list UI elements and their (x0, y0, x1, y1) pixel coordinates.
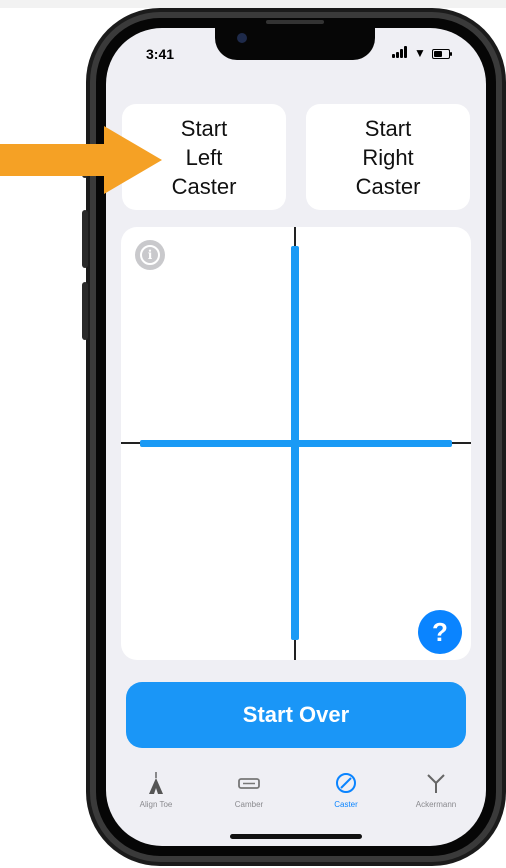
help-button[interactable]: ? (418, 610, 462, 654)
volume-down-button (82, 282, 88, 340)
start-over-button[interactable]: Start Over (126, 682, 466, 748)
tab-caster[interactable]: Caster (306, 770, 386, 826)
tab-bar: Align Toe Camber Caster Ackermann (106, 760, 486, 830)
status-time: 3:41 (146, 46, 175, 62)
align-toe-icon (116, 770, 196, 796)
start-right-caster-button[interactable]: Start Right Caster (306, 104, 470, 210)
tab-ackermann[interactable]: Ackermann (396, 770, 476, 826)
horizontal-caster-bar (140, 440, 452, 447)
volume-up-button (82, 210, 88, 268)
ackermann-icon (396, 770, 476, 796)
front-camera (237, 33, 247, 43)
status-icons: ▼ (392, 46, 458, 60)
top-strip (0, 0, 506, 8)
battery-icon (432, 49, 450, 59)
speaker (266, 20, 324, 24)
tab-camber[interactable]: Camber (209, 770, 289, 826)
wifi-icon: ▼ (414, 46, 426, 60)
orange-arrow-icon (0, 126, 162, 194)
battery-tip (450, 52, 452, 56)
camber-icon (209, 770, 289, 796)
start-over-label: Start Over (242, 702, 350, 727)
tab-align-toe[interactable]: Align Toe (116, 770, 196, 826)
start-right-caster-label: Start Right Caster (355, 115, 421, 199)
caster-icon (306, 770, 386, 796)
home-indicator (230, 834, 362, 839)
info-icon[interactable]: i (135, 240, 165, 270)
